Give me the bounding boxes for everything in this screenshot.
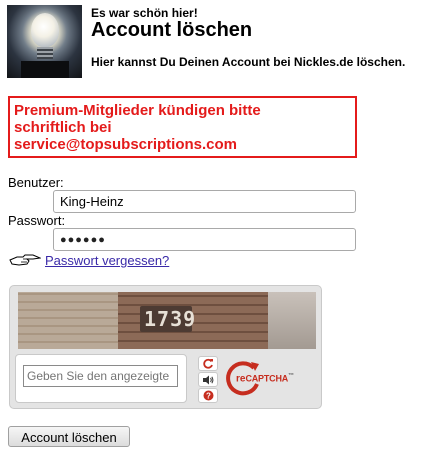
reload-icon xyxy=(203,358,213,369)
premium-notice: Premium-Mitglieder kündigen bitte schrif… xyxy=(8,96,357,158)
header-lightbulb-image xyxy=(7,5,82,78)
audio-icon xyxy=(203,375,214,384)
notice-line-3: service@topsubscriptions.com xyxy=(14,136,238,153)
captcha-number: 1739 xyxy=(144,307,197,331)
help-icon: ? xyxy=(203,390,213,401)
page-subtitle: Hier kannst Du Deinen Account bei Nickle… xyxy=(91,55,406,69)
svg-text:?: ? xyxy=(206,392,211,401)
delete-account-button[interactable]: Account löschen xyxy=(8,426,130,447)
captcha-input-box xyxy=(15,354,187,403)
reload-button[interactable] xyxy=(198,356,218,371)
password-mask: ●●●●●● xyxy=(60,234,106,246)
username-field[interactable] xyxy=(53,190,356,213)
notice-line-1: Premium-Mitglieder kündigen bitte xyxy=(14,102,261,119)
pointing-hand-icon xyxy=(9,254,41,266)
password-field[interactable]: ●●●●●● xyxy=(53,228,356,251)
header-eyebrow: Es war schön hier! xyxy=(91,6,198,20)
password-label: Passwort: xyxy=(8,213,66,228)
recaptcha-trademark: ™ xyxy=(288,373,295,379)
page-title: Account löschen xyxy=(91,19,253,41)
captcha-image: 1739 xyxy=(18,292,316,349)
notice-line-2: schriftlich bei xyxy=(14,119,112,136)
username-label: Benutzer: xyxy=(8,175,64,190)
recaptcha-brand: reCAPTCHA™ xyxy=(236,373,294,384)
recaptcha-widget: 1739 ? reCAPTCHA™ xyxy=(9,285,322,409)
captcha-response-input[interactable] xyxy=(23,365,178,387)
recaptcha-brand-name: CAPTCHA xyxy=(245,373,289,384)
forgot-password-link[interactable]: Passwort vergessen? xyxy=(45,253,169,268)
help-button[interactable]: ? xyxy=(198,388,218,403)
audio-button[interactable] xyxy=(198,372,218,387)
